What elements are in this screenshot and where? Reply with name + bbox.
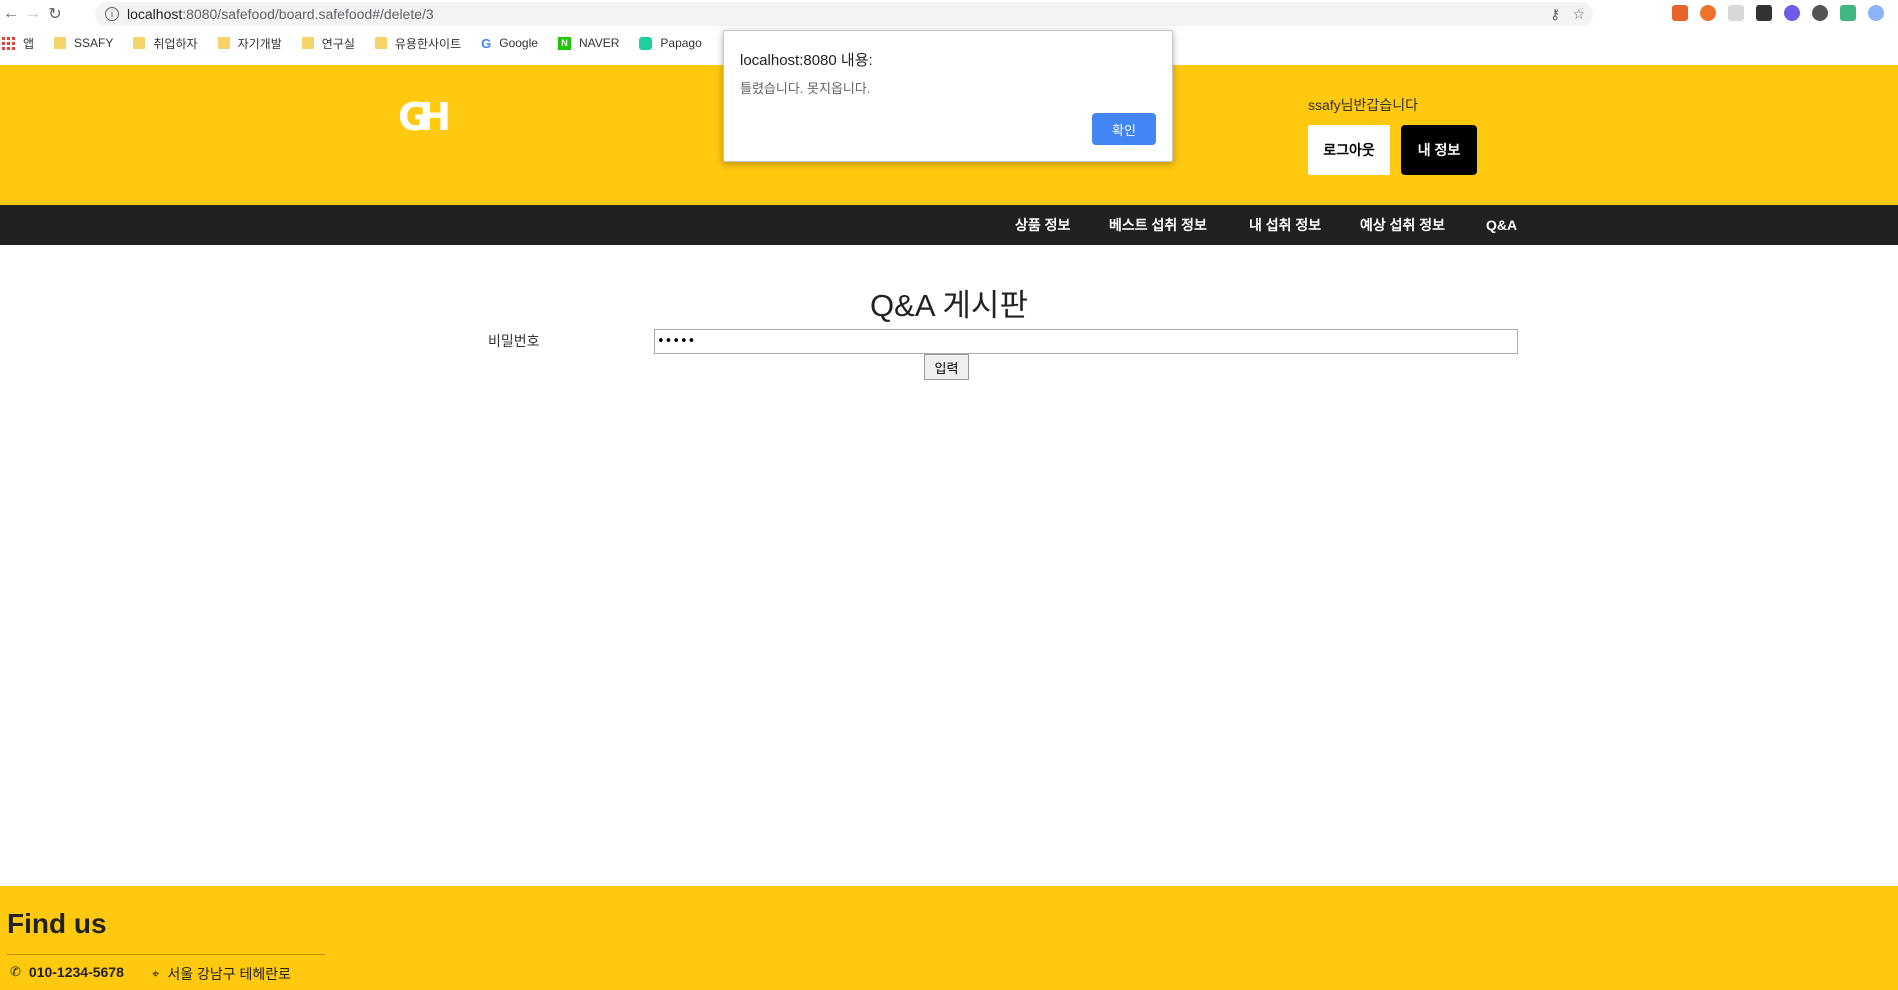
password-input[interactable] [654, 329, 1518, 354]
bookmark-self-dev[interactable]: 자기개발 [217, 35, 282, 52]
bookmark-naver[interactable]: N NAVER [557, 36, 619, 50]
naver-icon: N [557, 36, 571, 50]
password-label: 비밀번호 [488, 333, 540, 349]
url-text: localhost:8080/safefood/board.safefood#/… [127, 6, 434, 22]
footer-phone: ✆ 010-1234-5678 [10, 964, 124, 980]
site-logo[interactable]: GH [398, 95, 451, 139]
extension-icon[interactable] [1672, 5, 1688, 21]
key-icon[interactable]: ⚷ [1550, 6, 1560, 23]
phone-number: 010-1234-5678 [28, 964, 124, 980]
my-info-button[interactable]: 내 정보 [1401, 125, 1477, 175]
bookmark-useful-sites[interactable]: 유용한사이트 [374, 35, 461, 52]
forward-icon[interactable]: → [22, 3, 44, 25]
footer-divider [7, 954, 325, 955]
site-footer: Find us ✆ 010-1234-5678 ⌖ 서울 강남구 테헤란로 [0, 886, 1898, 990]
map-pin-icon: ⌖ [152, 966, 160, 981]
folder-icon [374, 37, 387, 49]
nav-item-qna[interactable]: Q&A [1486, 205, 1517, 245]
back-icon[interactable]: ← [0, 3, 22, 25]
address-bar[interactable]: i localhost:8080/safefood/board.safefood… [95, 2, 1593, 26]
footer-address: ⌖ 서울 강남구 테헤란로 [152, 964, 291, 984]
main-nav: 상품 정보 베스트 섭취 정보 내 섭취 정보 예상 섭취 정보 Q&A [0, 205, 1898, 245]
dialog-ok-button[interactable]: 확인 [1092, 113, 1156, 145]
profile-avatar[interactable] [1868, 5, 1884, 21]
info-icon[interactable]: i [105, 7, 119, 21]
page-title: Q&A 게시판 [870, 288, 1028, 323]
dialog-message: 틀렸습니다. 못지옵니다. [740, 81, 871, 96]
dialog-title: localhost:8080 내용: [740, 52, 873, 69]
extension-icon[interactable] [1700, 5, 1716, 21]
footer-title: Find us [7, 908, 107, 939]
google-icon: G [481, 35, 492, 51]
folder-icon [301, 37, 314, 49]
phone-icon: ✆ [10, 964, 21, 979]
nav-item-best-intake[interactable]: 베스트 섭취 정보 [1109, 205, 1207, 245]
folder-icon [217, 37, 230, 49]
bookmark-papago[interactable]: Papago [639, 36, 702, 50]
bookmark-apps[interactable]: 앱 [2, 35, 34, 52]
extension-icon[interactable] [1756, 5, 1772, 21]
vue-icon[interactable] [1840, 5, 1856, 21]
extension-icon[interactable] [1784, 5, 1800, 21]
logout-button[interactable]: 로그아웃 [1308, 125, 1390, 175]
nav-item-expected-intake[interactable]: 예상 섭취 정보 [1360, 205, 1445, 245]
greeting-text: ssafy님반갑습니다 [1308, 97, 1418, 113]
alert-dialog: localhost:8080 내용: 틀렸습니다. 못지옵니다. 확인 [723, 30, 1173, 162]
folder-icon [133, 37, 146, 49]
extensions [1672, 5, 1884, 21]
bookmark-lab[interactable]: 연구실 [301, 35, 355, 52]
star-icon[interactable]: ☆ [1572, 6, 1585, 23]
reload-icon[interactable]: ↻ [44, 3, 66, 25]
submit-button[interactable]: 입력 [924, 354, 969, 380]
address-text: 서울 강남구 테헤란로 [167, 966, 292, 982]
bookmark-job[interactable]: 취업하자 [133, 35, 198, 52]
bookmark-google[interactable]: G Google [481, 36, 538, 51]
browser-toolbar: ← → ↻ i localhost:8080/safefood/board.sa… [0, 0, 1898, 28]
bookmark-ssafy[interactable]: SSAFY [54, 36, 113, 50]
apps-icon [2, 36, 15, 50]
papago-icon [639, 36, 653, 50]
nav-item-my-intake[interactable]: 내 섭취 정보 [1249, 205, 1321, 245]
extension-icon[interactable] [1812, 5, 1828, 21]
extension-icon[interactable] [1728, 5, 1744, 21]
folder-icon [54, 37, 67, 49]
nav-item-product-info[interactable]: 상품 정보 [1015, 205, 1070, 245]
